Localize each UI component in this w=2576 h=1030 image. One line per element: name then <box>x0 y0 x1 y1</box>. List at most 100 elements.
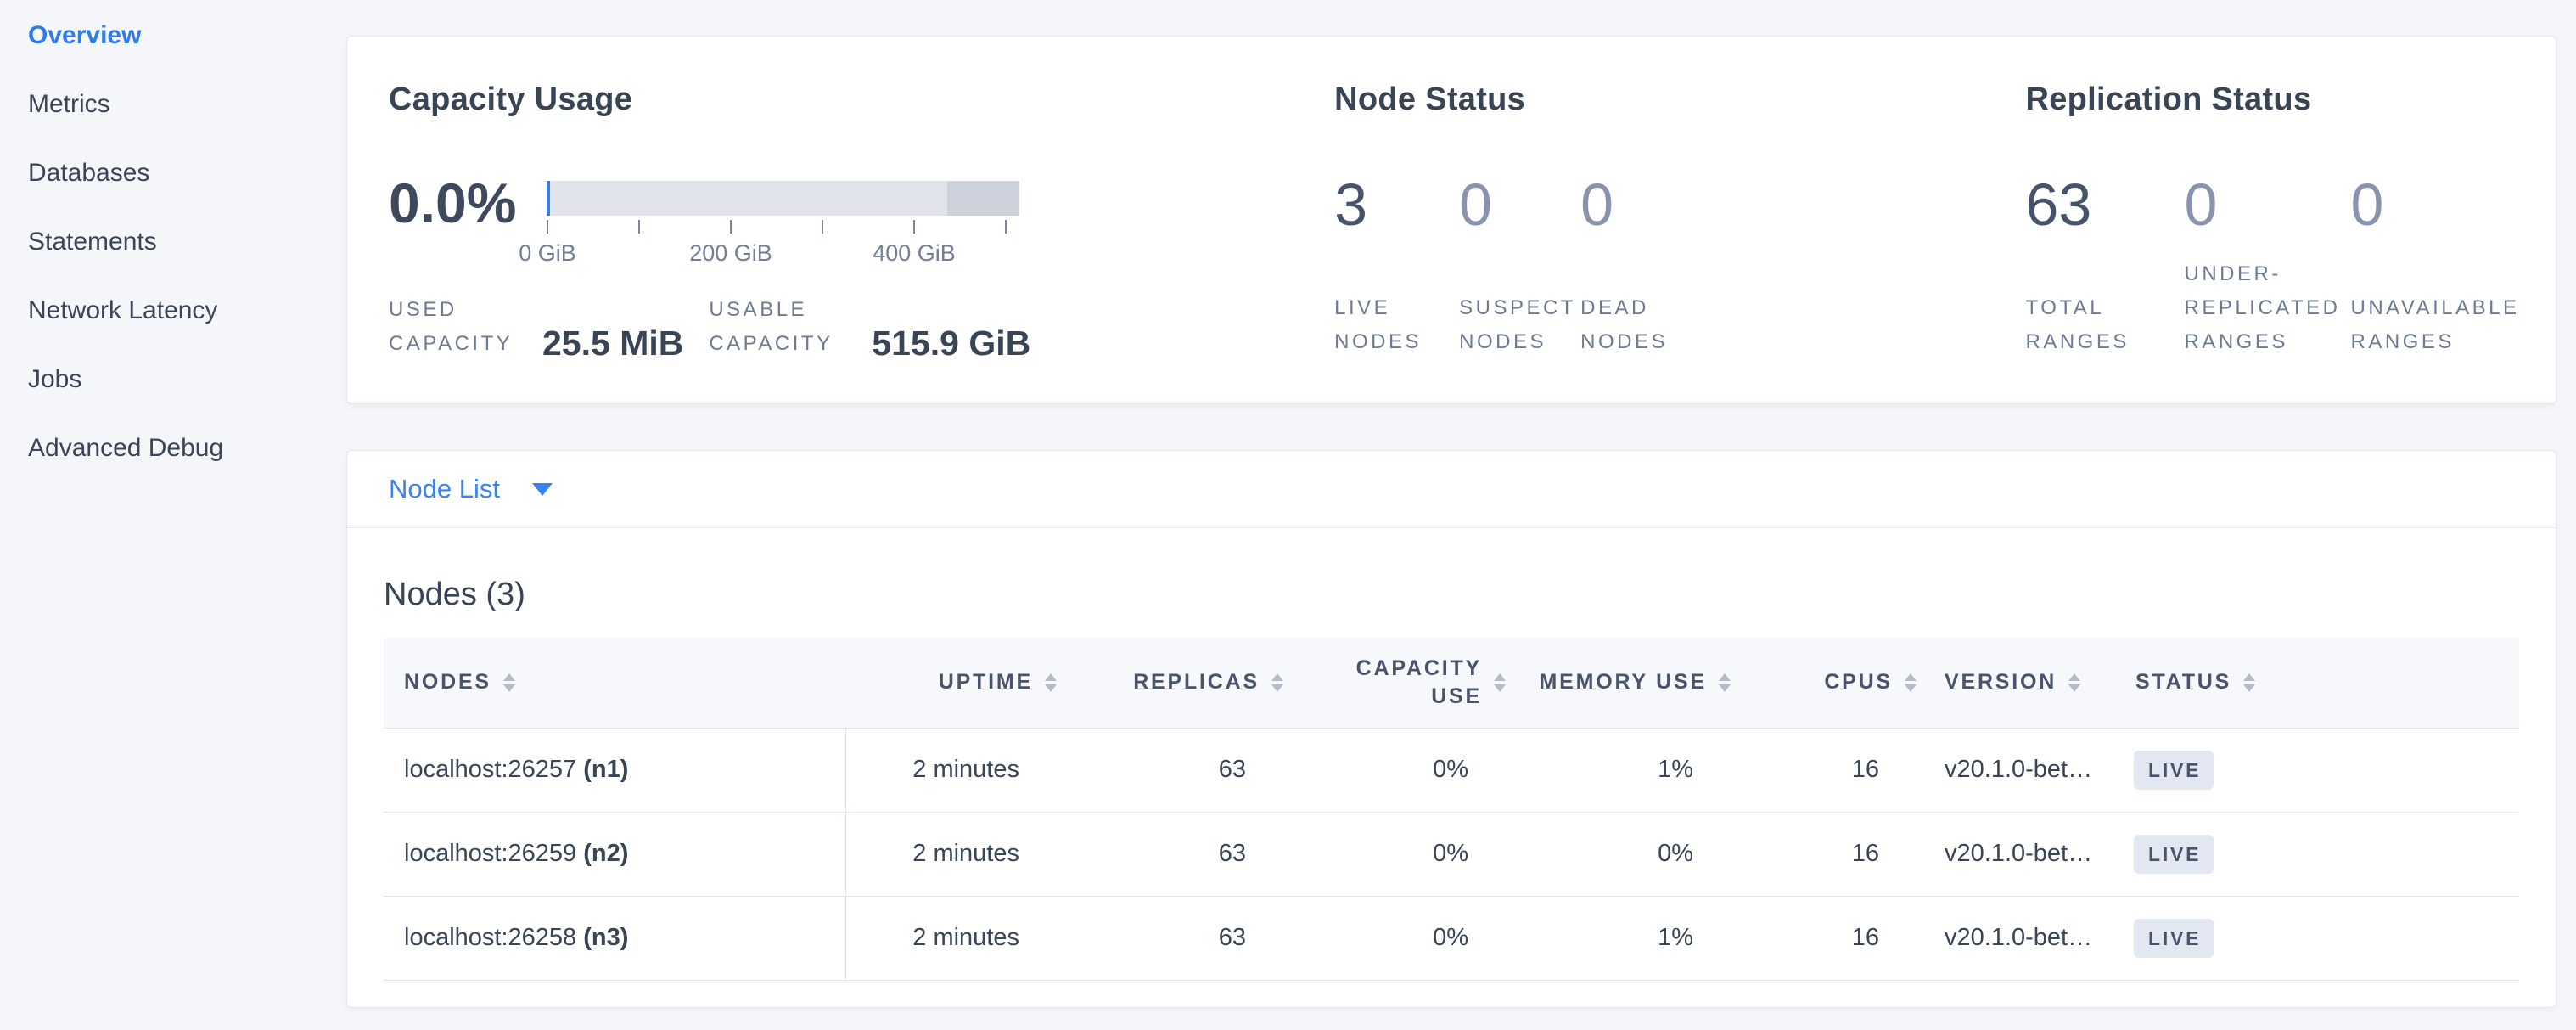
sidebar-item-metrics[interactable]: Metrics <box>0 70 344 138</box>
live-nodes-label: LIVE NODES <box>1334 291 1440 359</box>
usable-capacity-value: 515.9 GiB <box>872 325 1030 361</box>
gauge-tick <box>547 220 548 234</box>
column-header-cpus[interactable]: CPUS <box>1736 638 1922 728</box>
node-address-cell: localhost:26258 (n3) <box>384 896 845 980</box>
capacity-gauge-used-marker <box>547 181 550 216</box>
column-header-uptime[interactable]: UPTIME <box>845 638 1062 728</box>
column-header-version[interactable]: VERSION <box>1922 638 2127 728</box>
status-badge: LIVE <box>2134 919 2214 958</box>
replicas-cell: 63 <box>1062 728 1288 812</box>
column-header-capacity-use[interactable]: CAPACITY USE <box>1288 638 1511 728</box>
status-badge: LIVE <box>2134 751 2214 790</box>
memory-use-cell: 0% <box>1511 812 1736 896</box>
uptime-cell: 2 minutes <box>845 812 1062 896</box>
nodes-table-title: Nodes (3) <box>384 577 525 613</box>
table-header-row: NODES UPTIME REPLICAS CAPACITY USE MEMOR… <box>384 638 2519 728</box>
column-label: NODES <box>404 670 491 695</box>
capacity-usage-section: Capacity Usage 0.0% 0 GiB 200 GiB 400 Gi… <box>347 37 1334 403</box>
replicas-cell: 63 <box>1062 812 1288 896</box>
dead-nodes-value: 0 <box>1580 175 1686 234</box>
gauge-tick <box>638 220 640 234</box>
gauge-tick-label: 400 GiB <box>873 240 956 267</box>
live-nodes-value: 3 <box>1334 175 1440 234</box>
gauge-tick <box>730 220 732 234</box>
node-list-dropdown-label: Node List <box>389 474 500 504</box>
unavailable-ranges-stat: 0 UNAVAILABLE RANGES <box>2350 175 2524 359</box>
sidebar-item-overview[interactable]: Overview <box>0 1 344 70</box>
replication-status-section: Replication Status 63 TOTAL RANGES 0 UND… <box>2025 37 2556 403</box>
status-cell: LIVE <box>2127 728 2519 812</box>
node-id: (n2) <box>583 840 628 867</box>
node-address: localhost:26257 <box>404 756 576 783</box>
sidebar-item-network-latency[interactable]: Network Latency <box>0 276 344 345</box>
status-cell: LIVE <box>2127 812 2519 896</box>
used-capacity-label: USED CAPACITY <box>389 293 529 361</box>
nodes-table: NODES UPTIME REPLICAS CAPACITY USE MEMOR… <box>384 638 2519 981</box>
column-header-memory-use[interactable]: MEMORY USE <box>1511 638 1736 728</box>
column-label: CAPACITY USE <box>1333 655 1482 711</box>
sidebar-item-advanced-debug[interactable]: Advanced Debug <box>0 414 344 482</box>
suspect-nodes-stat: 0 SUSPECT NODES <box>1459 175 1582 359</box>
column-header-status[interactable]: STATUS <box>2127 638 2519 728</box>
under-replicated-ranges-label: UNDER-REPLICATED RANGES <box>2184 257 2343 359</box>
under-replicated-ranges-value: 0 <box>2184 175 2343 234</box>
node-id: (n1) <box>583 756 628 783</box>
status-cell: LIVE <box>2127 896 2519 980</box>
suspect-nodes-value: 0 <box>1459 175 1582 234</box>
uptime-cell: 2 minutes <box>845 896 1062 980</box>
node-row[interactable]: localhost:26257 (n1) 2 minutes 63 0% 1% … <box>384 728 2519 812</box>
node-list-card: Node List Nodes (3) NODES UPTIME REPLICA… <box>346 450 2556 1008</box>
total-ranges-label: TOTAL RANGES <box>2025 291 2140 359</box>
column-label: CPUS <box>1824 670 1893 695</box>
column-header-replicas[interactable]: REPLICAS <box>1062 638 1288 728</box>
sidebar-item-jobs[interactable]: Jobs <box>0 345 344 414</box>
node-address-cell: localhost:26259 (n2) <box>384 812 845 896</box>
sidebar-item-databases[interactable]: Databases <box>0 138 344 207</box>
sidebar-item-statements[interactable]: Statements <box>0 207 344 276</box>
column-label: MEMORY USE <box>1540 670 1707 695</box>
node-address: localhost:26258 <box>404 924 576 951</box>
column-label: REPLICAS <box>1133 670 1260 695</box>
column-label: UPTIME <box>939 670 1033 695</box>
node-row[interactable]: localhost:26259 (n2) 2 minutes 63 0% 0% … <box>384 812 2519 896</box>
sort-icon <box>1494 673 1506 692</box>
node-address: localhost:26259 <box>404 840 576 867</box>
sort-icon <box>2068 673 2080 692</box>
capacity-stats: USED CAPACITY 25.5 MiB USABLE CAPACITY 5… <box>389 293 1030 361</box>
sort-icon <box>503 673 515 692</box>
used-capacity-value: 25.5 MiB <box>542 325 683 361</box>
node-list-dropdown[interactable]: Node List <box>347 451 2556 528</box>
capacity-use-cell: 0% <box>1288 728 1511 812</box>
version-cell: v20.1.0-bet… <box>1922 728 2127 812</box>
node-row[interactable]: localhost:26258 (n3) 2 minutes 63 0% 1% … <box>384 896 2519 980</box>
column-header-nodes[interactable]: NODES <box>384 638 845 728</box>
replication-status-title: Replication Status <box>2025 82 2311 118</box>
column-label: STATUS <box>2135 670 2231 695</box>
capacity-gauge-reserved-segment <box>947 181 1019 216</box>
version-cell: v20.1.0-bet… <box>1922 812 2127 896</box>
cpus-cell: 16 <box>1736 812 1922 896</box>
node-address-cell: localhost:26257 (n1) <box>384 728 845 812</box>
gauge-tick <box>913 220 915 234</box>
under-replicated-ranges-stat: 0 UNDER-REPLICATED RANGES <box>2184 175 2343 359</box>
chevron-down-icon <box>532 483 553 496</box>
live-nodes-stat: 3 LIVE NODES <box>1334 175 1440 359</box>
sort-icon <box>1045 673 1057 692</box>
dead-nodes-label: DEAD NODES <box>1580 291 1686 359</box>
suspect-nodes-label: SUSPECT NODES <box>1459 291 1582 359</box>
capacity-gauge <box>547 181 1019 216</box>
memory-use-cell: 1% <box>1511 728 1736 812</box>
total-ranges-value: 63 <box>2025 175 2140 234</box>
gauge-tick-label: 0 GiB <box>519 240 576 267</box>
sort-icon <box>1271 673 1283 692</box>
capacity-usage-title: Capacity Usage <box>389 82 632 118</box>
node-status-title: Node Status <box>1334 82 1525 118</box>
gauge-tick <box>822 220 823 234</box>
status-badge: LIVE <box>2134 835 2214 874</box>
dead-nodes-stat: 0 DEAD NODES <box>1580 175 1686 359</box>
capacity-use-cell: 0% <box>1288 812 1511 896</box>
cpus-cell: 16 <box>1736 728 1922 812</box>
unavailable-ranges-value: 0 <box>2350 175 2524 234</box>
sidebar: Overview Metrics Databases Statements Ne… <box>0 0 344 1030</box>
capacity-use-cell: 0% <box>1288 896 1511 980</box>
